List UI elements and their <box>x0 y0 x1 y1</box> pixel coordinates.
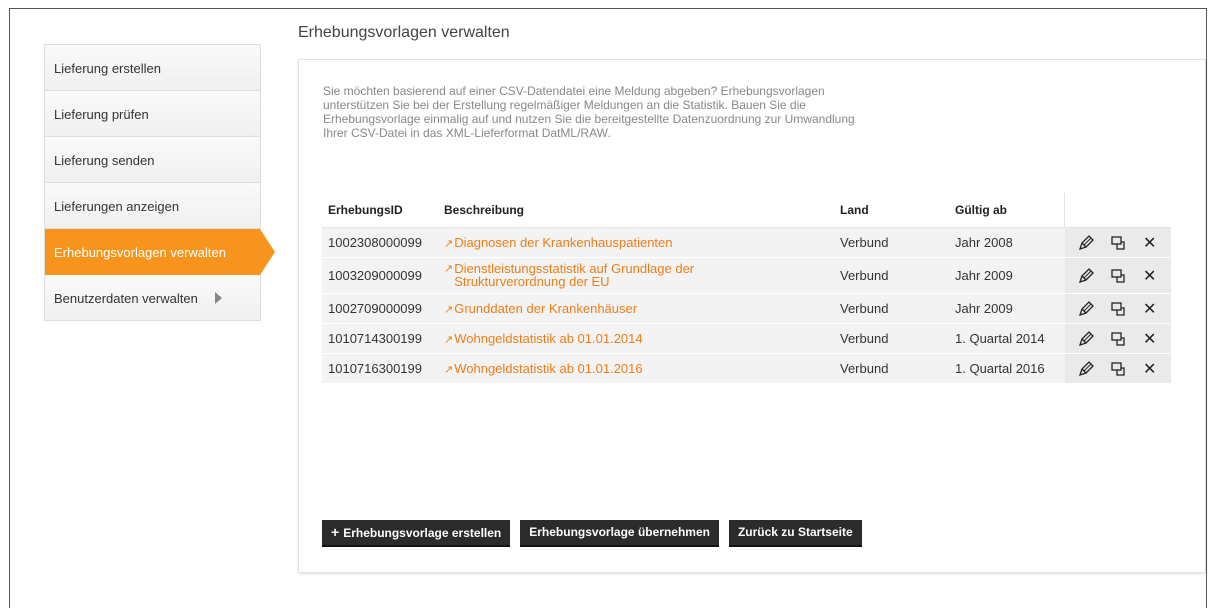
table-row: 1003209000099 ↗Dienstleistungsstatistik … <box>322 257 1171 294</box>
cell-land: Verbund <box>834 323 949 354</box>
copy-icon[interactable] <box>1109 361 1127 377</box>
cell-id: 1002709000099 <box>322 293 438 324</box>
create-template-label: Erhebungsvorlage erstellen <box>343 526 502 540</box>
table-row: 1010716300199 ↗Wohngeldstatistik ab 01.0… <box>322 353 1171 384</box>
edit-icon[interactable] <box>1077 234 1095 251</box>
create-template-button[interactable]: + Erhebungsvorlage erstellen <box>322 520 511 547</box>
template-link[interactable]: Wohngeldstatistik ab 01.01.2016 <box>454 362 642 375</box>
plus-icon: + <box>331 524 340 540</box>
edit-icon[interactable] <box>1077 300 1095 317</box>
cell-land: Verbund <box>834 227 949 258</box>
template-link[interactable]: Dienstleistungsstatistik auf Grundlage d… <box>454 262 744 288</box>
cell-description: ↗Dienstleistungsstatistik auf Grundlage … <box>438 257 834 294</box>
template-link[interactable]: Wohngeldstatistik ab 01.01.2014 <box>454 332 642 345</box>
column-header-description: Beschreibung <box>438 193 834 228</box>
cell-description: ↗Wohngeldstatistik ab 01.01.2014 <box>438 323 834 354</box>
templates-table: ErhebungsID Beschreibung Land Gültig ab … <box>322 193 1171 384</box>
cell-actions: ✕ <box>1064 257 1171 294</box>
column-header-actions <box>1064 193 1171 228</box>
external-link-icon: ↗ <box>444 304 454 316</box>
sidebar-item-benutzerdaten-verwalten[interactable]: Benutzerdaten verwalten <box>45 275 260 321</box>
table-row: 1002709000099 ↗Grunddaten der Krankenhäu… <box>322 293 1171 324</box>
column-header-land: Land <box>834 193 949 228</box>
sidebar-item-lieferung-erstellen[interactable]: Lieferung erstellen <box>45 45 260 91</box>
cell-land: Verbund <box>834 257 949 294</box>
delete-icon[interactable]: ✕ <box>1141 359 1159 379</box>
cell-valid-from: Jahr 2009 <box>949 293 1065 324</box>
copy-icon[interactable] <box>1109 235 1127 251</box>
sidebar-item-label: Lieferungen anzeigen <box>54 199 180 214</box>
cell-id: 1010714300199 <box>322 323 438 354</box>
template-link[interactable]: Diagnosen der Krankenhauspatienten <box>454 236 672 249</box>
external-link-icon: ↗ <box>444 334 454 346</box>
cell-description: ↗Diagnosen der Krankenhauspatienten <box>438 227 834 258</box>
cell-id: 1003209000099 <box>322 257 438 294</box>
copy-icon[interactable] <box>1109 301 1127 317</box>
copy-icon[interactable] <box>1109 268 1127 284</box>
edit-icon[interactable] <box>1077 267 1095 284</box>
cell-valid-from: Jahr 2008 <box>949 227 1065 258</box>
template-link[interactable]: Grunddaten der Krankenhäuser <box>454 302 637 315</box>
delete-icon[interactable]: ✕ <box>1141 233 1159 253</box>
sidebar-item-label: Lieferung erstellen <box>54 61 161 76</box>
sidebar-item-label: Erhebungsvorlagen verwalten <box>54 245 226 260</box>
copy-icon[interactable] <box>1109 331 1127 347</box>
sidebar-item-lieferungen-anzeigen[interactable]: Lieferungen anzeigen <box>45 183 260 229</box>
sidebar-item-label: Lieferung prüfen <box>54 107 149 122</box>
sidebar-item-lieferung-senden[interactable]: Lieferung senden <box>45 137 260 183</box>
action-buttons: + Erhebungsvorlage erstellen Erhebungsvor… <box>322 520 862 547</box>
cell-land: Verbund <box>834 353 949 384</box>
back-to-start-label: Zurück zu Startseite <box>737 525 853 539</box>
cell-description: ↗Grunddaten der Krankenhäuser <box>438 293 834 324</box>
external-link-icon: ↗ <box>444 364 454 376</box>
cell-actions: ✕ <box>1064 293 1171 324</box>
table-row: 1010714300199 ↗Wohngeldstatistik ab 01.0… <box>322 323 1171 354</box>
cell-id: 1002308000099 <box>322 227 438 258</box>
intro-text: Sie möchten basierend auf einer CSV-Date… <box>323 84 855 140</box>
external-link-icon: ↗ <box>444 238 454 250</box>
sidebar-item-lieferung-pruefen[interactable]: Lieferung prüfen <box>45 91 260 137</box>
edit-icon[interactable] <box>1077 330 1095 347</box>
delete-icon[interactable]: ✕ <box>1141 299 1159 319</box>
adopt-template-button[interactable]: Erhebungsvorlage übernehmen <box>520 520 719 547</box>
page-title: Erhebungsvorlagen verwalten <box>298 24 510 41</box>
cell-valid-from: Jahr 2009 <box>949 257 1065 294</box>
sidebar-item-label: Lieferung senden <box>54 153 155 168</box>
column-header-id: ErhebungsID <box>322 193 438 228</box>
delete-icon[interactable]: ✕ <box>1141 266 1159 286</box>
cell-valid-from: 1. Quartal 2016 <box>949 353 1065 384</box>
cell-actions: ✕ <box>1064 227 1171 258</box>
cell-actions: ✕ <box>1064 323 1171 354</box>
sidebar-nav: Lieferung erstellen Lieferung prüfen Lie… <box>44 44 275 321</box>
back-to-start-button[interactable]: Zurück zu Startseite <box>728 520 862 547</box>
chevron-right-icon <box>215 292 222 304</box>
table-row: 1002308000099 ↗Diagnosen der Krankenhaus… <box>322 227 1171 258</box>
cell-valid-from: 1. Quartal 2014 <box>949 323 1065 354</box>
edit-icon[interactable] <box>1077 360 1095 377</box>
sidebar-item-label: Benutzerdaten verwalten <box>54 291 198 306</box>
cell-actions: ✕ <box>1064 353 1171 384</box>
adopt-template-label: Erhebungsvorlage übernehmen <box>529 525 710 539</box>
cell-description: ↗Wohngeldstatistik ab 01.01.2016 <box>438 353 834 384</box>
cell-land: Verbund <box>834 293 949 324</box>
column-header-valid-from: Gültig ab <box>949 193 1065 228</box>
cell-id: 1010716300199 <box>322 353 438 384</box>
main-panel: Sie möchten basierend auf einer CSV-Date… <box>298 59 1206 573</box>
external-link-icon: ↗ <box>444 263 454 275</box>
table-header-row: ErhebungsID Beschreibung Land Gültig ab <box>322 193 1171 228</box>
sidebar-item-erhebungsvorlagen-verwalten[interactable]: Erhebungsvorlagen verwalten <box>45 229 275 275</box>
delete-icon[interactable]: ✕ <box>1141 329 1159 349</box>
